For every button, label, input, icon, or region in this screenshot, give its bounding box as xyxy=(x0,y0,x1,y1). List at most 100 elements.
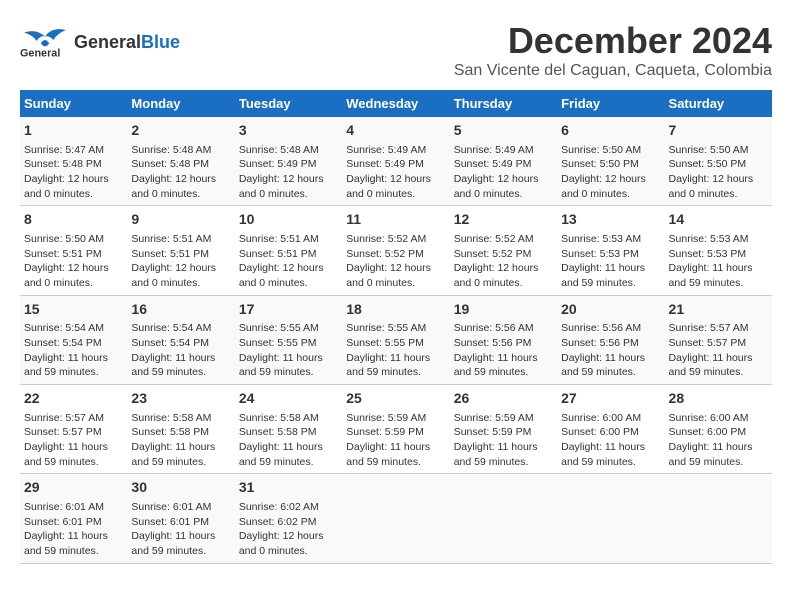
daylight: Daylight: 11 hours and 59 minutes. xyxy=(561,352,645,379)
calendar-cell: 21Sunrise: 5:57 AMSunset: 5:57 PMDayligh… xyxy=(665,295,772,384)
day-number: 28 xyxy=(669,389,768,409)
sunrise: Sunrise: 6:00 AM xyxy=(561,412,641,424)
day-number: 6 xyxy=(561,121,660,141)
daylight: Daylight: 11 hours and 59 minutes. xyxy=(669,352,753,379)
day-number: 27 xyxy=(561,389,660,409)
daylight: Daylight: 11 hours and 59 minutes. xyxy=(239,352,323,379)
sunrise: Sunrise: 5:55 AM xyxy=(239,322,319,334)
logo-icon: General xyxy=(20,20,70,65)
calendar-cell: 28Sunrise: 6:00 AMSunset: 6:00 PMDayligh… xyxy=(665,385,772,474)
daylight: Daylight: 11 hours and 59 minutes. xyxy=(346,352,430,379)
sunrise: Sunrise: 5:50 AM xyxy=(24,233,104,245)
sunrise: Sunrise: 5:54 AM xyxy=(24,322,104,334)
calendar-cell: 3Sunrise: 5:48 AMSunset: 5:49 PMDaylight… xyxy=(235,117,342,206)
sunrise: Sunrise: 5:50 AM xyxy=(669,144,749,156)
sunset: Sunset: 5:59 PM xyxy=(454,426,532,438)
daylight: Daylight: 11 hours and 59 minutes. xyxy=(24,352,108,379)
sunrise: Sunrise: 6:00 AM xyxy=(669,412,749,424)
sunset: Sunset: 5:55 PM xyxy=(239,337,317,349)
sunrise: Sunrise: 5:54 AM xyxy=(131,322,211,334)
day-number: 31 xyxy=(239,478,338,498)
daylight: Daylight: 11 hours and 59 minutes. xyxy=(131,530,215,557)
daylight: Daylight: 12 hours and 0 minutes. xyxy=(346,262,431,289)
calendar-week-row: 15Sunrise: 5:54 AMSunset: 5:54 PMDayligh… xyxy=(20,295,772,384)
day-number: 12 xyxy=(454,210,553,230)
sunset: Sunset: 5:49 PM xyxy=(346,158,424,170)
calendar-cell: 5 Sunrise: 5:49 AM Sunset: 5:49 PM Daylight… xyxy=(450,117,557,206)
page-header: General GeneralBlue December 2024 San Vi… xyxy=(20,20,772,80)
calendar-cell: 27 Sunrise: 6:00 AM Sunset: 6:00 PM Dayligh… xyxy=(557,385,664,474)
calendar-cell: 30Sunrise: 6:01 AMSunset: 6:01 PMDayligh… xyxy=(127,474,234,563)
daylight: Daylight: 11 hours and 59 minutes. xyxy=(669,262,753,289)
calendar-cell: 29Sunrise: 6:01 AMSunset: 6:01 PMDayligh… xyxy=(20,474,127,563)
sunset: Sunset: 5:49 PM xyxy=(454,158,532,170)
sunset: Sunset: 5:50 PM xyxy=(669,158,747,170)
day-number: 26 xyxy=(454,389,553,409)
sunrise: Sunrise: 5:49 AM xyxy=(346,144,426,156)
calendar-cell: 7Sunrise: 5:50 AMSunset: 5:50 PMDaylight… xyxy=(665,117,772,206)
daylight: Daylight: 11 hours and 59 minutes. xyxy=(24,530,108,557)
sunset: Sunset: 6:00 PM xyxy=(561,426,639,438)
day-number: 18 xyxy=(346,300,445,320)
sunset: Sunset: 5:59 PM xyxy=(346,426,424,438)
calendar-cell: 9Sunrise: 5:51 AMSunset: 5:51 PMDaylight… xyxy=(127,206,234,295)
day-number: 23 xyxy=(131,389,230,409)
calendar-cell: 31Sunrise: 6:02 AMSunset: 6:02 PMDayligh… xyxy=(235,474,342,563)
sunrise: Sunrise: 5:59 AM xyxy=(454,412,534,424)
sunrise: Sunrise: 5:53 AM xyxy=(669,233,749,245)
calendar-cell: 15Sunrise: 5:54 AMSunset: 5:54 PMDayligh… xyxy=(20,295,127,384)
sunrise: Sunrise: 5:56 AM xyxy=(454,322,534,334)
daylight: Daylight: 12 hours and 0 minutes. xyxy=(24,173,109,200)
sunset: Sunset: 5:53 PM xyxy=(561,248,639,260)
sunrise: Sunrise: 5:56 AM xyxy=(561,322,641,334)
sunset: Sunset: 6:01 PM xyxy=(24,516,102,528)
sunset: Sunset: 5:57 PM xyxy=(669,337,747,349)
title-block: December 2024 San Vicente del Caguan, Ca… xyxy=(454,20,772,80)
sunset: Sunset: 5:56 PM xyxy=(561,337,639,349)
day-number: 13 xyxy=(561,210,660,230)
daylight: Daylight: 12 hours and 0 minutes. xyxy=(239,530,324,557)
sunrise: Sunrise: 6:02 AM xyxy=(239,501,319,513)
sunrise: Sunrise: 5:49 AM xyxy=(454,144,534,156)
sunrise: Sunrise: 5:58 AM xyxy=(239,412,319,424)
daylight: Daylight: 12 hours and 0 minutes. xyxy=(454,262,539,289)
calendar-week-row: 29Sunrise: 6:01 AMSunset: 6:01 PMDayligh… xyxy=(20,474,772,563)
day-number: 5 xyxy=(454,121,553,141)
col-sunday: Sunday xyxy=(20,90,127,117)
day-number: 22 xyxy=(24,389,123,409)
daylight: Daylight: 11 hours and 59 minutes. xyxy=(346,441,430,468)
sunset: Sunset: 5:51 PM xyxy=(131,248,209,260)
day-number: 14 xyxy=(669,210,768,230)
daylight: Daylight: 12 hours and 0 minutes. xyxy=(454,173,539,200)
sunset: Sunset: 5:58 PM xyxy=(131,426,209,438)
calendar-cell: 8Sunrise: 5:50 AMSunset: 5:51 PMDaylight… xyxy=(20,206,127,295)
daylight: Daylight: 11 hours and 59 minutes. xyxy=(131,441,215,468)
sunset: Sunset: 5:51 PM xyxy=(24,248,102,260)
sunrise: Sunrise: 5:52 AM xyxy=(454,233,534,245)
calendar-cell: 6Sunrise: 5:50 AMSunset: 5:50 PMDaylight… xyxy=(557,117,664,206)
daylight: Daylight: 11 hours and 59 minutes. xyxy=(24,441,108,468)
daylight: Daylight: 11 hours and 59 minutes. xyxy=(561,441,645,468)
day-number: 8 xyxy=(24,210,123,230)
sunset: Sunset: 6:01 PM xyxy=(131,516,209,528)
sunset: Sunset: 5:52 PM xyxy=(454,248,532,260)
col-friday: Friday xyxy=(557,90,664,117)
sunrise: Sunrise: 5:50 AM xyxy=(561,144,641,156)
calendar-cell: 19Sunrise: 5:56 AMSunset: 5:56 PMDayligh… xyxy=(450,295,557,384)
calendar-cell: 16Sunrise: 5:54 AMSunset: 5:54 PMDayligh… xyxy=(127,295,234,384)
sunset: Sunset: 5:50 PM xyxy=(561,158,639,170)
calendar-cell: 23Sunrise: 5:58 AMSunset: 5:58 PMDayligh… xyxy=(127,385,234,474)
calendar-cell: 22Sunrise: 5:57 AMSunset: 5:57 PMDayligh… xyxy=(20,385,127,474)
sunrise: Sunrise: 5:53 AM xyxy=(561,233,641,245)
sunset: Sunset: 5:54 PM xyxy=(131,337,209,349)
sunrise: Sunrise: 5:55 AM xyxy=(346,322,426,334)
day-number: 7 xyxy=(669,121,768,141)
day-number: 20 xyxy=(561,300,660,320)
day-number: 2 xyxy=(131,121,230,141)
sunset: Sunset: 5:56 PM xyxy=(454,337,532,349)
daylight: Daylight: 11 hours and 59 minutes. xyxy=(561,262,645,289)
col-wednesday: Wednesday xyxy=(342,90,449,117)
location-subtitle: San Vicente del Caguan, Caqueta, Colombi… xyxy=(454,62,772,80)
day-number: 10 xyxy=(239,210,338,230)
daylight: Daylight: 12 hours and 0 minutes. xyxy=(239,173,324,200)
